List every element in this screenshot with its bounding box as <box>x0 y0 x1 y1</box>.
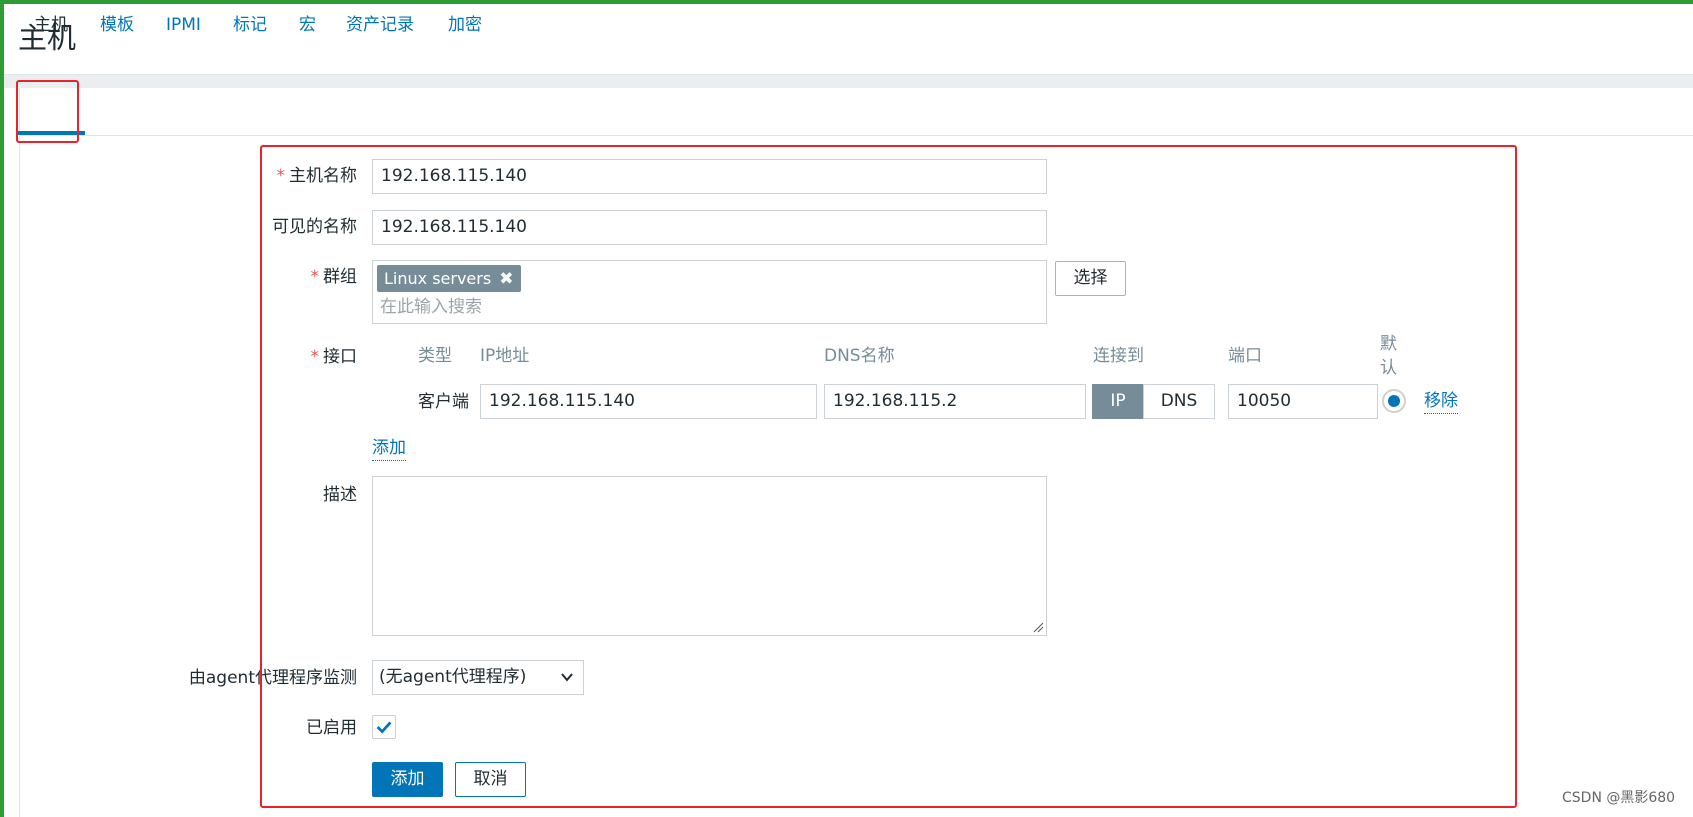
tab-macros[interactable]: 宏 <box>299 12 316 38</box>
frame-left-border <box>0 0 4 817</box>
watermark: CSDN @黑影680 <box>1562 790 1676 806</box>
header-separator <box>4 74 1693 88</box>
tab-templates[interactable]: 模板 <box>100 12 134 38</box>
annotation-highlight-form <box>260 145 1517 808</box>
annotation-highlight-tab <box>16 80 79 143</box>
tab-ipmi[interactable]: IPMI <box>166 12 201 38</box>
tab-encryption[interactable]: 加密 <box>448 12 482 38</box>
tab-inventory[interactable]: 资产记录 <box>346 12 414 38</box>
tab-tags[interactable]: 标记 <box>233 12 267 38</box>
frame-top-border <box>0 0 1693 4</box>
tab-bar <box>19 88 1693 136</box>
tab-host[interactable]: 主机 <box>34 12 68 38</box>
